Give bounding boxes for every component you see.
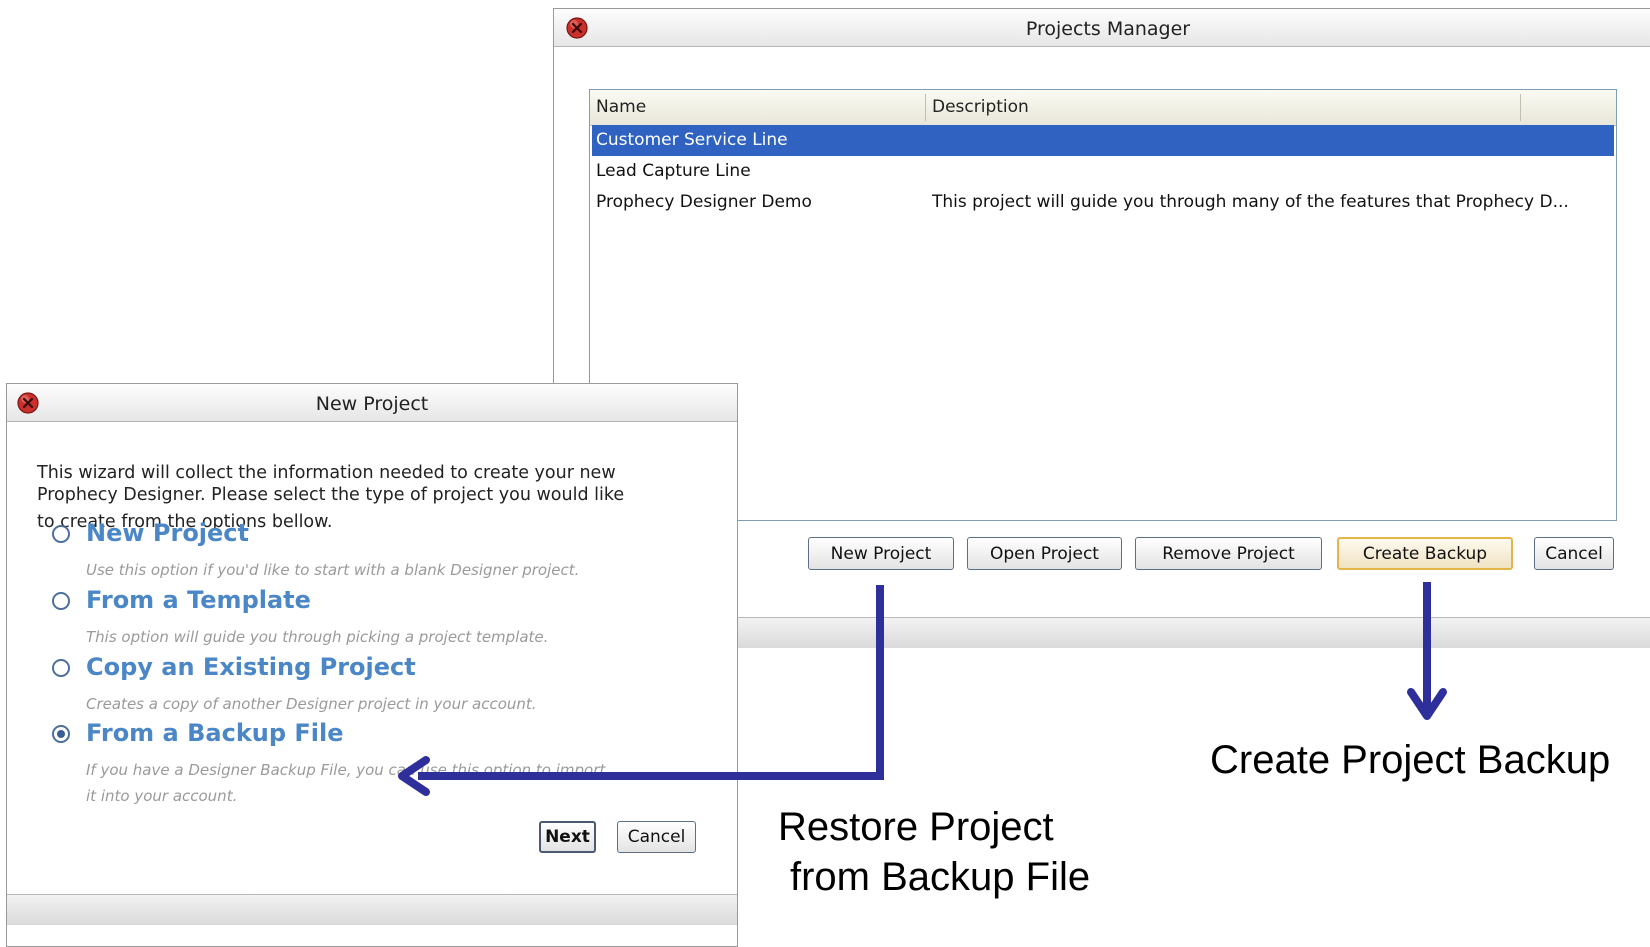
create-backup-annotation: Create Project Backup: [1210, 738, 1611, 782]
restore-annotation-line2: from Backup File: [790, 855, 1091, 899]
restore-annotation-line1: Restore Project: [778, 805, 1054, 849]
restore-arrow-line: [418, 585, 884, 780]
